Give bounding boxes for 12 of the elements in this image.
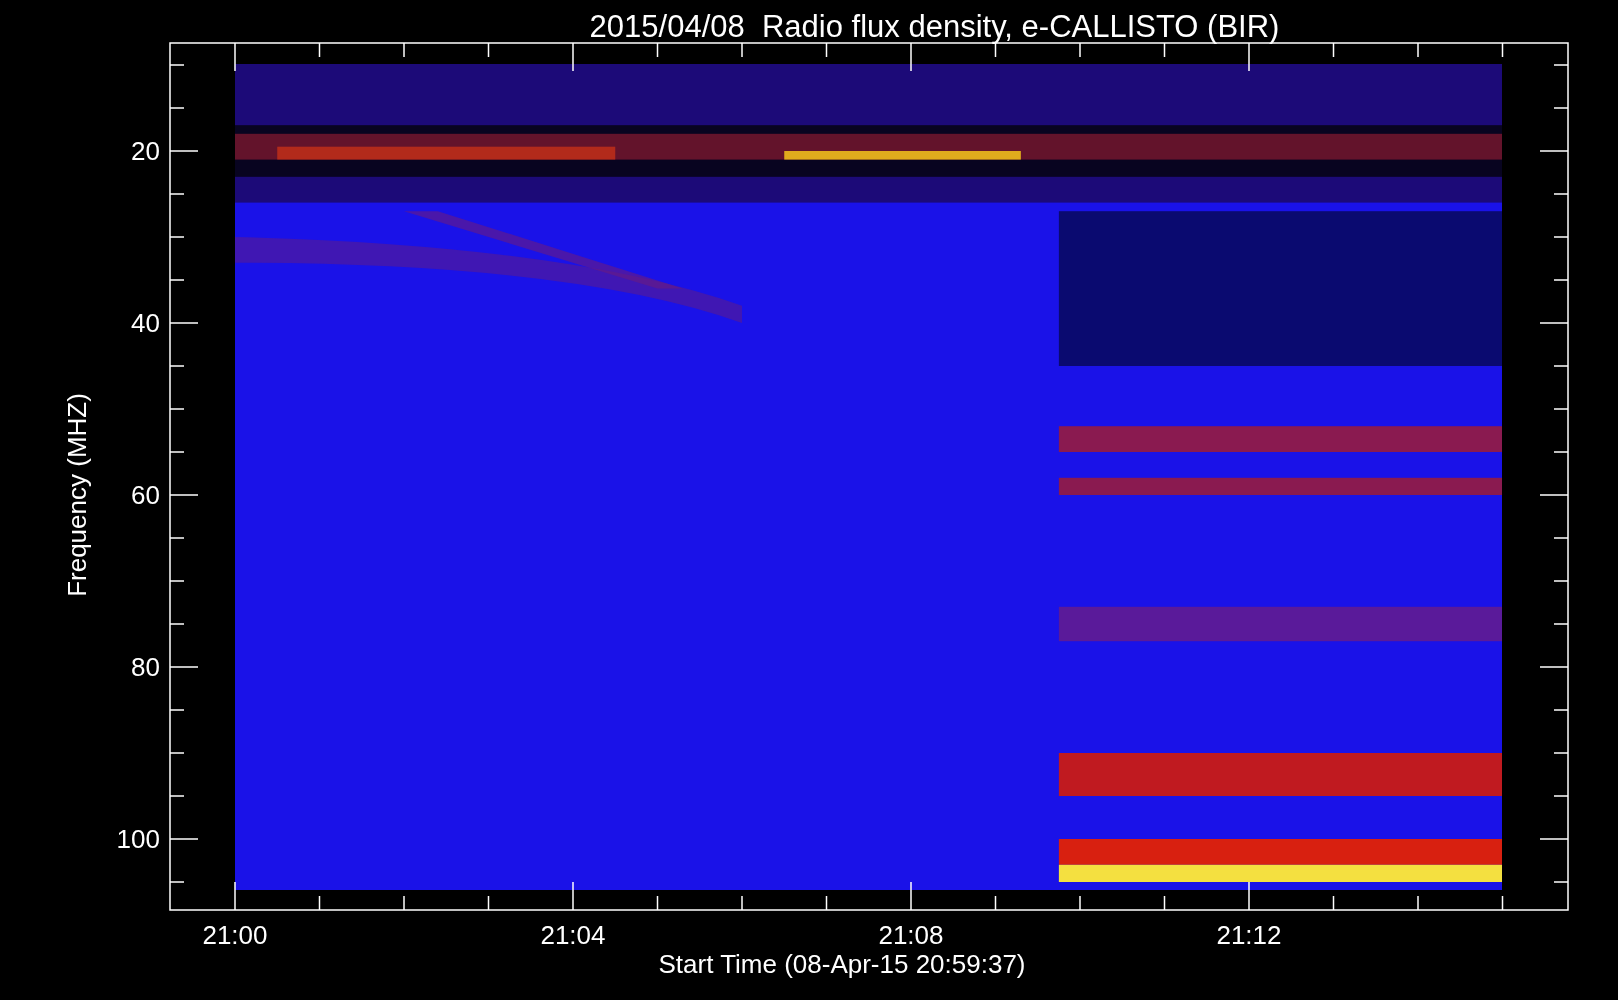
- y-tick-label: 100: [116, 824, 160, 854]
- y-tick-label: 20: [131, 136, 160, 166]
- y-axis-label: Frequency (MHZ): [62, 393, 92, 597]
- y-tick-label: 40: [131, 308, 160, 338]
- x-axis-label: Start Time (08-Apr-15 20:59:37): [658, 949, 1026, 979]
- chart-title: 2015/04/08 Radio flux density, e-CALLISTO (BIR): [589, 11, 1280, 42]
- x-tick-label: 21:04: [540, 920, 606, 950]
- x-tick-label: 21:08: [878, 920, 944, 950]
- x-tick-label: 21:12: [1216, 920, 1282, 950]
- x-tick-label: 21:00: [202, 920, 268, 950]
- y-tick-label: 60: [131, 480, 160, 510]
- y-tick-label: 80: [131, 652, 160, 682]
